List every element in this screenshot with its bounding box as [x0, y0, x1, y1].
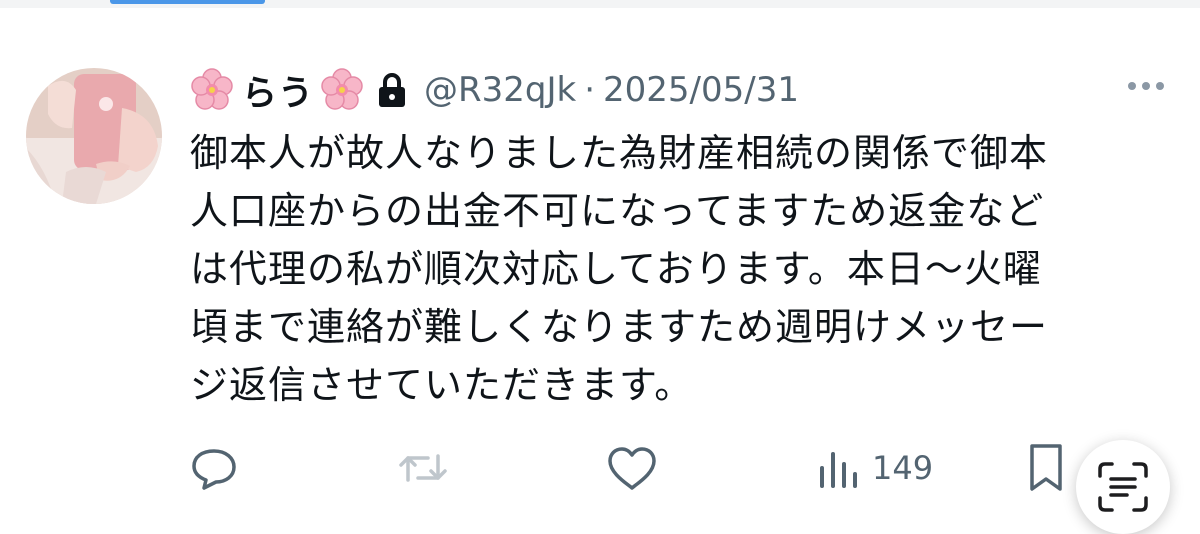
scan-text-button[interactable] — [1076, 440, 1170, 534]
repost-button[interactable] — [396, 446, 450, 490]
cherry-blossom-icon — [320, 68, 364, 112]
separator-dot: · — [584, 70, 596, 110]
active-tab-indicator — [110, 0, 265, 4]
bookmark-button[interactable] — [1026, 442, 1066, 494]
post-text-line: 頃まで連絡が難しくなりますため週明けメッセー — [190, 305, 1049, 349]
views-button[interactable]: 149 — [816, 446, 933, 490]
post-date[interactable]: 2025/05/31 — [603, 70, 799, 110]
more-options-icon[interactable] — [1122, 74, 1170, 98]
reply-icon — [190, 446, 238, 490]
repost-icon — [396, 446, 450, 490]
post-header: らう @R32qJk · 2025/05/31 — [190, 60, 799, 120]
post-text-line: は代理の私が順次対応しております。本日〜火曜 — [190, 247, 1042, 291]
post-text-line: 人口座からの出金不可になってますため返金など — [190, 189, 1045, 233]
user-handle[interactable]: @R32qJk — [424, 70, 576, 110]
scan-text-icon — [1098, 462, 1148, 512]
lock-icon — [378, 72, 406, 108]
views-count: 149 — [872, 449, 934, 487]
post-text: 御本人が故人なりました為財産相続の関係で御本 人口座からの出金不可になってますた… — [190, 124, 1180, 414]
cherry-blossom-icon — [190, 68, 234, 112]
avatar[interactable] — [26, 68, 162, 204]
reply-button[interactable] — [190, 446, 238, 490]
bookmark-icon — [1026, 442, 1066, 494]
post-text-line: ジ返信させていただきます。 — [190, 363, 694, 407]
views-icon — [816, 446, 860, 490]
like-button[interactable] — [606, 446, 658, 492]
display-name[interactable]: らう — [242, 65, 314, 116]
like-icon — [606, 446, 658, 492]
post-text-line: 御本人が故人なりました為財産相続の関係で御本 — [190, 131, 1049, 175]
